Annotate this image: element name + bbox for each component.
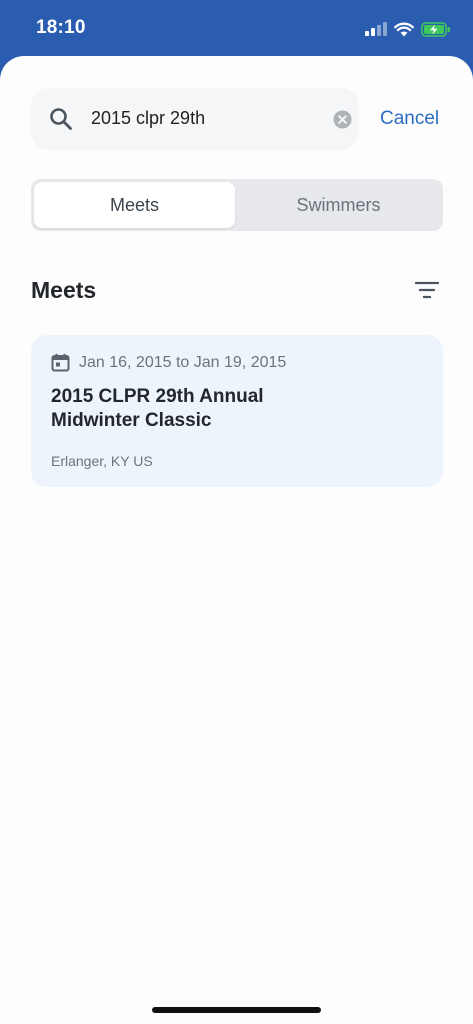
search-input[interactable]: 2015 clpr 29th [91, 108, 205, 129]
search-sheet: 2015 clpr 29th Cancel Meets Swimmers Mee… [0, 56, 473, 1024]
filter-icon[interactable] [415, 280, 439, 300]
meet-result-card[interactable]: Jan 16, 2015 to Jan 19, 2015 2015 CLPR 2… [31, 335, 443, 487]
section-title: Meets [31, 277, 97, 303]
meet-dates: Jan 16, 2015 to Jan 19, 2015 [79, 354, 287, 371]
tab-meets[interactable]: Meets [34, 182, 235, 228]
home-indicator [152, 1007, 321, 1013]
meet-title: 2015 CLPR 29th Annual Midwinter Classic [51, 386, 264, 431]
status-time: 18:10 [36, 17, 86, 38]
status-bar: 18:10 [0, 0, 473, 58]
calendar-icon [51, 353, 70, 372]
segmented-control: Meets Swimmers [31, 179, 443, 231]
status-icons [365, 19, 451, 39]
meet-location: Erlanger, KY US [51, 453, 153, 469]
cancel-button[interactable]: Cancel [380, 108, 439, 130]
clear-search-icon[interactable] [333, 110, 352, 129]
battery-charging-icon [421, 21, 450, 37]
signal-icon [365, 22, 387, 36]
search-icon [50, 108, 72, 130]
tab-swimmers[interactable]: Swimmers [237, 182, 440, 228]
wifi-icon [394, 22, 414, 36]
search-field[interactable]: 2015 clpr 29th [31, 88, 359, 150]
